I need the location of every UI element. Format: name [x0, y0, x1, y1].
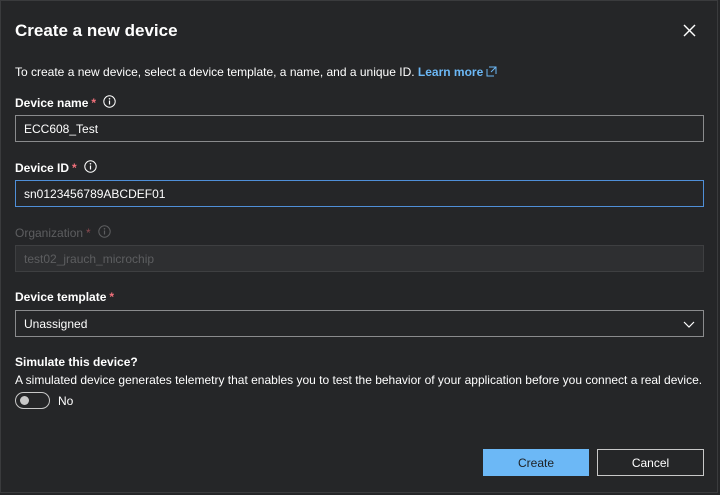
organization-label: Organization * — [15, 225, 111, 241]
simulate-toggle-label: No — [58, 394, 74, 408]
external-link-icon[interactable] — [486, 66, 497, 80]
device-id-input[interactable]: sn0123456789ABCDEF01 — [15, 180, 704, 207]
device-name-value: ECC608_Test — [24, 121, 99, 136]
simulate-toggle[interactable] — [15, 392, 50, 409]
organization-value: test02_jrauch_microchip — [24, 251, 155, 266]
dialog-title: Create a new device — [15, 21, 178, 40]
close-button[interactable] — [679, 20, 701, 42]
cancel-button[interactable]: Cancel — [597, 449, 704, 476]
required-marker: * — [91, 96, 97, 110]
info-icon[interactable] — [103, 95, 116, 111]
learn-more-link[interactable]: Learn more — [418, 65, 483, 79]
chevron-down-icon[interactable] — [683, 318, 695, 333]
toggle-knob — [20, 396, 29, 405]
organization-label-text: Organization — [15, 226, 84, 240]
device-id-label-text: Device ID — [15, 161, 70, 175]
required-marker: * — [86, 226, 91, 240]
required-marker: * — [109, 290, 115, 304]
organization-input: test02_jrauch_microchip — [15, 245, 704, 272]
intro-description: To create a new device, select a device … — [15, 65, 415, 79]
device-id-value: sn0123456789ABCDEF01 — [24, 186, 166, 201]
device-template-label: Device template * — [15, 290, 114, 304]
device-template-dropdown[interactable]: Unassigned — [15, 310, 704, 337]
simulate-description: A simulated device generates telemetry t… — [15, 373, 703, 387]
required-marker: * — [72, 161, 77, 175]
simulate-heading: Simulate this device? — [15, 355, 138, 369]
device-name-label-text: Device name — [15, 96, 89, 110]
device-id-label: Device ID * — [15, 160, 97, 176]
create-button[interactable]: Create — [483, 449, 589, 476]
create-device-dialog: Create a new device To create a new devi… — [0, 0, 718, 493]
intro-text: To create a new device, select a device … — [15, 65, 497, 80]
close-icon[interactable] — [679, 20, 701, 42]
info-icon — [98, 225, 111, 241]
device-name-label: Device name * — [15, 95, 116, 111]
info-icon[interactable] — [84, 160, 97, 176]
device-template-label-text: Device template — [15, 290, 107, 304]
device-template-value: Unassigned — [24, 316, 88, 331]
device-name-input[interactable]: ECC608_Test — [15, 115, 704, 142]
